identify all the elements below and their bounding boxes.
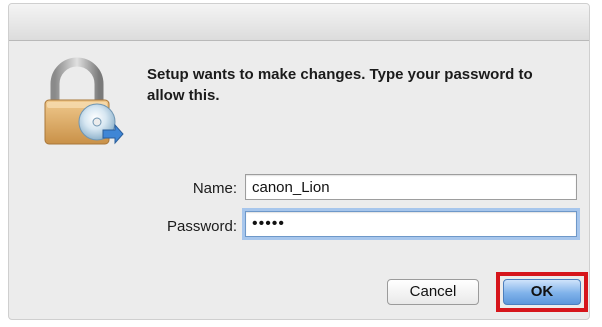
authentication-dialog: Setup wants to make changes. Type your p… <box>8 3 590 320</box>
name-label: Name: <box>192 180 237 197</box>
dialog-message: Setup wants to make changes. Type your p… <box>147 66 533 104</box>
padlock-with-installer-disc-icon <box>37 56 125 152</box>
password-field[interactable]: ••••• <box>245 211 577 237</box>
dialog-title-bar[interactable] <box>9 4 589 41</box>
password-label: Password: <box>166 218 237 235</box>
name-field[interactable] <box>245 174 577 200</box>
cancel-button[interactable]: Cancel <box>387 279 479 305</box>
ok-button[interactable]: OK <box>503 279 581 305</box>
